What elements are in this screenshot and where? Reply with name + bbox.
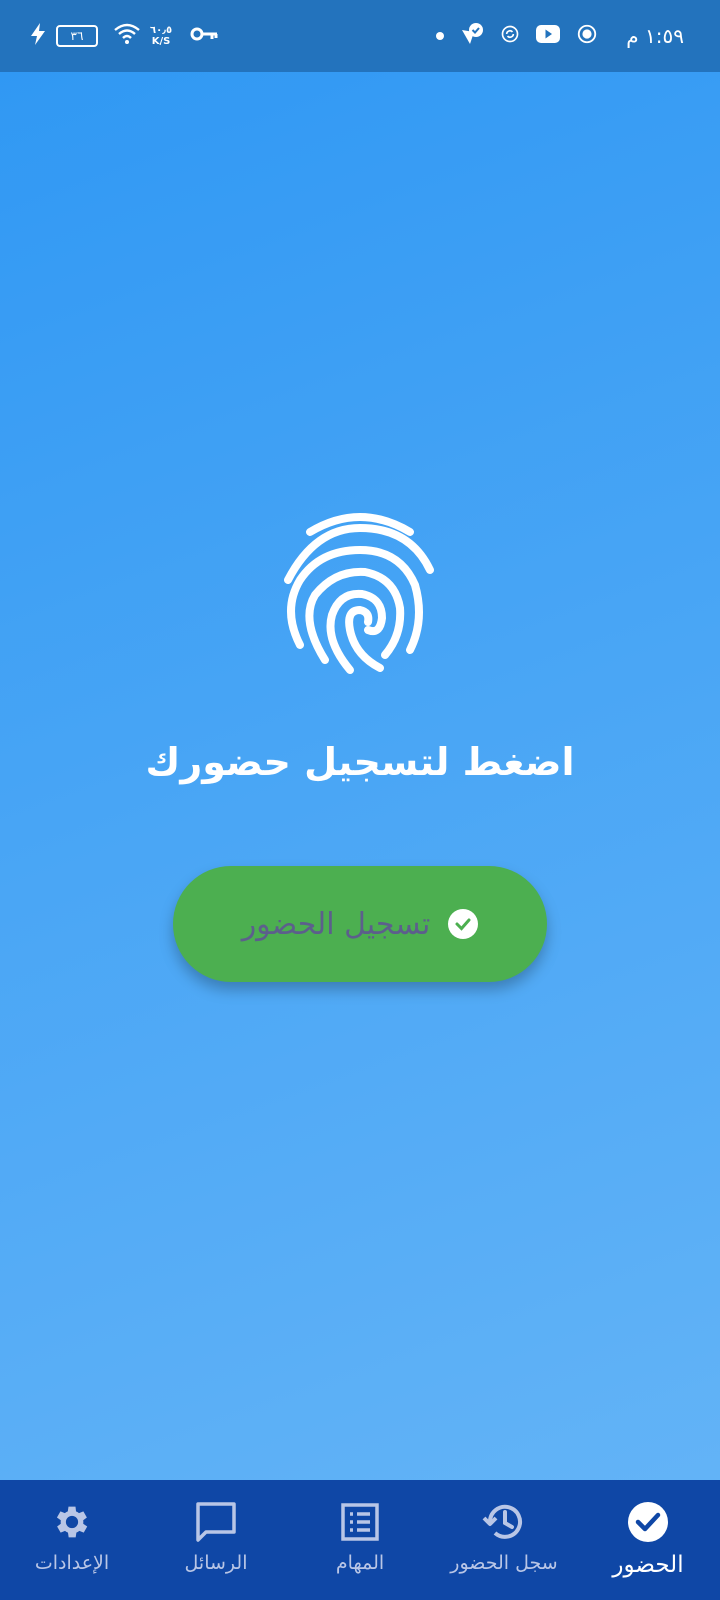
checkin-button-label: تسجيل الحضور (241, 906, 431, 942)
vpn-key-icon (190, 26, 218, 46)
nav-label: الرسائل (184, 1552, 248, 1574)
battery-icon: ٣٦ (56, 25, 98, 47)
nav-item-messages[interactable]: الرسائل (144, 1480, 288, 1600)
nav-item-settings[interactable]: الإعدادات (0, 1480, 144, 1600)
nav-label: الحضور (612, 1552, 684, 1578)
tasks-list-icon (338, 1500, 382, 1544)
nav-item-attendance-history[interactable]: سجل الحضور (432, 1480, 576, 1600)
nav-item-attendance[interactable]: الحضور (576, 1480, 720, 1600)
bottom-nav: الحضور سجل الحضور المهام الرسائل الإعداد… (0, 1480, 720, 1600)
nav-label: سجل الحضور (450, 1552, 558, 1574)
check-circle-icon (448, 909, 479, 939)
charging-bolt-icon (30, 23, 46, 49)
nav-label: الإعدادات (34, 1552, 110, 1574)
status-icons-right (436, 0, 598, 72)
message-icon (194, 1500, 238, 1544)
checkin-prompt: اضغط لتسجيل حضورك (145, 740, 575, 784)
notification-check-icon (460, 22, 484, 50)
check-circle-icon (626, 1500, 670, 1544)
youtube-icon (536, 25, 560, 47)
net-speed-value: ٦٠٫٥ (150, 25, 173, 36)
nav-label: المهام (335, 1552, 385, 1574)
history-icon (482, 1500, 526, 1544)
wifi-icon (114, 23, 140, 49)
fingerprint-icon (280, 510, 440, 680)
net-speed: ٦٠٫٥ K/S (150, 25, 172, 47)
vpn-status-icon (576, 23, 598, 49)
dot-icon (436, 32, 444, 40)
battery-level: ٣٦ (70, 29, 84, 43)
status-icons-left: ٣٦ ٦٠٫٥ K/S (30, 0, 218, 72)
status-bar: ١:٥٩ م ٣٦ ٦٠٫٥ K/S (0, 0, 720, 72)
status-time: ١:٥٩ م (626, 24, 684, 48)
checkin-button[interactable]: تسجيل الحضور (173, 866, 547, 982)
nav-item-tasks[interactable]: المهام (288, 1480, 432, 1600)
sync-icon (500, 24, 520, 48)
net-speed-unit: K/S (151, 36, 171, 47)
gear-icon (50, 1500, 94, 1544)
